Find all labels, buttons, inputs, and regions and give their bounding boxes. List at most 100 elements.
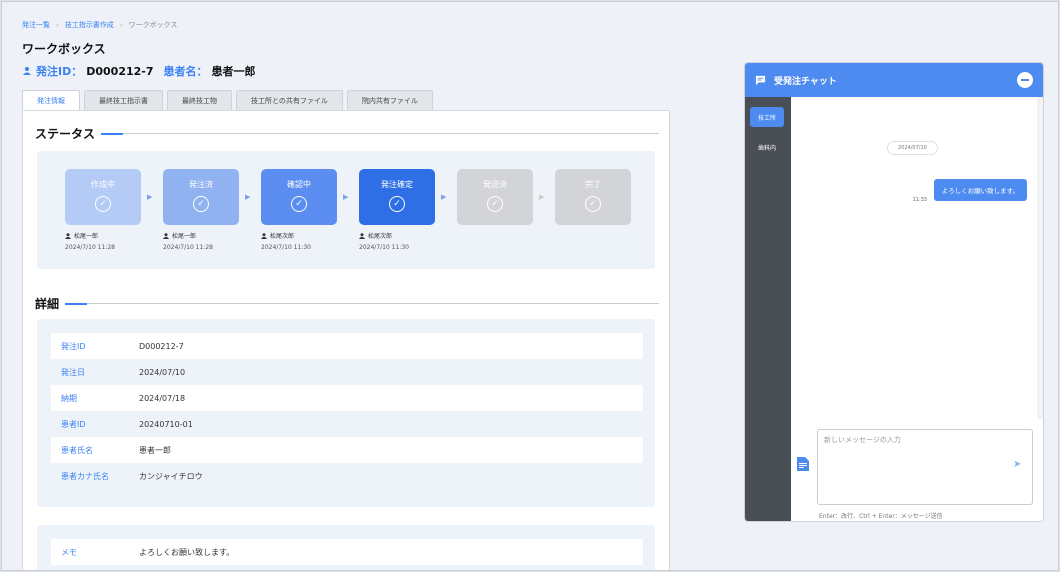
status-step-meta: 松尾次郎 2024/7/10 11:30 xyxy=(359,231,435,251)
status-tracker: 作成中 ✓ 松尾一郎 2024/7/10 11:28 ▶ 発注済 ✓ 松尾一郎 … xyxy=(37,151,655,269)
detail-value: 2024/07/18 xyxy=(139,393,186,403)
chat-header: 受発注チャット xyxy=(745,63,1043,97)
status-step: 発注済 ✓ 松尾一郎 2024/7/10 11:28 xyxy=(163,169,239,251)
status-step-card: 作成中 ✓ xyxy=(65,169,141,225)
chat-bubble-icon xyxy=(755,75,766,85)
chat-title: 受発注チャット xyxy=(774,76,837,87)
send-icon[interactable]: ➤ xyxy=(1013,459,1021,470)
status-step: 発注確定 ✓ 松尾次郎 2024/7/10 11:30 xyxy=(359,169,435,251)
check-circle-icon: ✓ xyxy=(487,196,503,212)
status-step-user: 松尾一郎 xyxy=(74,233,99,240)
order-chat-panel: 受発注チャット 技工所 歯科内 2024/07/10 よろしくお願い致します。 … xyxy=(744,62,1044,522)
status-step-time: 2024/7/10 11:28 xyxy=(65,244,115,251)
patient-name-label: 患者名： xyxy=(163,65,208,78)
document-icon[interactable] xyxy=(797,457,809,471)
arrow-right-icon: ▶ xyxy=(441,193,447,201)
detail-value: 患者一郎 xyxy=(139,445,171,455)
minimize-icon[interactable] xyxy=(1017,72,1033,88)
status-step-meta: 松尾一郎 2024/7/10 11:28 xyxy=(163,231,239,251)
status-step-card: 確認中 ✓ xyxy=(261,169,337,225)
person-icon xyxy=(65,232,71,239)
detail-value: 20240710-01 xyxy=(139,419,193,429)
chat-channel-lab[interactable]: 技工所 xyxy=(750,107,784,127)
chat-compose: 新しいメッセージの入力 ➤ Enter：改行、Ctrl + Enter：メッセー… xyxy=(791,419,1043,521)
status-step-user: 松尾次郎 xyxy=(270,233,295,240)
detail-section-header: 詳細 xyxy=(35,295,659,312)
status-step-card: 発送済 ✓ xyxy=(457,169,533,225)
status-step-label: 確認中 xyxy=(287,180,311,189)
status-step-meta: 松尾一郎 2024/7/10 11:28 xyxy=(65,231,141,251)
memo-section: メモ よろしくお願い致します。 xyxy=(37,525,655,570)
detail-row: 納期 2024/07/18 xyxy=(51,385,643,411)
check-circle-icon: ✓ xyxy=(193,196,209,212)
heading-accent-line xyxy=(65,302,88,305)
memo-value: よろしくお願い致します。 xyxy=(139,547,235,557)
memo-key: メモ xyxy=(61,547,77,557)
chat-channel-internal[interactable]: 歯科内 xyxy=(750,137,784,157)
status-step: 作成中 ✓ 松尾一郎 2024/7/10 11:28 xyxy=(65,169,141,251)
status-step-time: 2024/7/10 11:30 xyxy=(261,244,311,251)
breadcrumb-separator: › xyxy=(56,21,59,29)
message-input[interactable]: 新しいメッセージの入力 xyxy=(817,429,1033,505)
detail-heading: 詳細 xyxy=(35,297,60,311)
check-circle-icon: ✓ xyxy=(389,196,405,212)
status-step: 確認中 ✓ 松尾次郎 2024/7/10 11:30 xyxy=(261,169,337,251)
check-circle-icon: ✓ xyxy=(585,196,601,212)
tab-order-info[interactable]: 発注情報 xyxy=(22,90,80,110)
breadcrumb-separator: › xyxy=(119,21,123,29)
detail-key: 患者ID xyxy=(61,419,86,429)
chat-sidebar: 技工所 歯科内 xyxy=(745,97,791,521)
breadcrumb-item-instructions[interactable]: 技工指示書作成 xyxy=(65,20,114,30)
detail-table: 発注ID D000212-7 発注日 2024/07/10 納期 2024/07… xyxy=(37,319,655,507)
check-circle-icon: ✓ xyxy=(291,196,307,212)
chat-message-time: 11:33 xyxy=(912,197,927,203)
order-info-panel: ステータス 作成中 ✓ 松尾一郎 2024/7/10 11:28 ▶ 発注済 ✓ xyxy=(22,110,670,570)
breadcrumb: 発注一覧 › 技工指示書作成 › ワークボックス xyxy=(22,20,177,30)
arrow-right-icon: ▶ xyxy=(147,193,153,201)
detail-key: 患者カナ氏名 xyxy=(61,471,109,481)
person-icon xyxy=(359,232,365,239)
input-hint: Enter：改行、Ctrl + Enter：メッセージ送信 xyxy=(819,513,943,520)
detail-key: 発注日 xyxy=(61,367,85,377)
detail-key: 発注ID xyxy=(61,341,86,351)
tab-lab-shared-files[interactable]: 技工所との共有ファイル xyxy=(236,90,343,110)
arrow-right-icon: ▶ xyxy=(245,193,251,201)
status-step-label: 発注確定 xyxy=(381,180,413,189)
memo-row: メモ よろしくお願い致します。 xyxy=(51,539,643,565)
order-id-label: 発注ID： xyxy=(36,65,83,78)
heading-accent-line xyxy=(101,132,124,135)
tab-final-product[interactable]: 最終技工物 xyxy=(167,90,232,110)
app-frame: 発注一覧 › 技工指示書作成 › ワークボックス ワークボックス 発注ID： D… xyxy=(1,1,1059,571)
status-step-card: 発注済 ✓ xyxy=(163,169,239,225)
tab-internal-shared-files[interactable]: 院内共有ファイル xyxy=(346,90,433,110)
order-id-value: D000212-7 xyxy=(86,64,154,78)
breadcrumb-item-orders[interactable]: 発注一覧 xyxy=(22,20,50,30)
detail-row: 発注ID D000212-7 xyxy=(51,333,643,359)
arrow-right-icon: ▶ xyxy=(539,193,545,201)
detail-row: 発注日 2024/07/10 xyxy=(51,359,643,385)
patient-name-value: 患者一郎 xyxy=(211,65,256,78)
status-section-header: ステータス xyxy=(35,125,659,142)
detail-key: 患者氏名 xyxy=(61,445,93,455)
status-step: 完了 ✓ xyxy=(555,169,631,225)
detail-value: カンジャイチロウ xyxy=(139,471,203,481)
arrow-right-icon: ▶ xyxy=(343,193,349,201)
detail-row: 患者氏名 患者一郎 xyxy=(51,437,643,463)
status-step-time: 2024/7/10 11:30 xyxy=(359,244,409,251)
status-step-label: 完了 xyxy=(585,180,601,189)
tab-final-instructions[interactable]: 最終技工指示書 xyxy=(84,90,163,110)
chat-date-separator: 2024/07/10 xyxy=(887,141,938,155)
status-step-card: 発注確定 ✓ xyxy=(359,169,435,225)
status-step-user: 松尾一郎 xyxy=(172,233,197,240)
tab-bar: 発注情報 最終技工指示書 最終技工物 技工所との共有ファイル 院内共有ファイル xyxy=(22,90,433,110)
heading-divider xyxy=(123,133,659,134)
order-summary: 発注ID： D000212-7 患者名： 患者一郎 xyxy=(22,63,262,79)
detail-row: 患者ID 20240710-01 xyxy=(51,411,643,437)
status-step-label: 発注済 xyxy=(189,180,213,189)
status-step-card: 完了 ✓ xyxy=(555,169,631,225)
chat-scrollbar[interactable] xyxy=(1037,97,1043,419)
status-heading: ステータス xyxy=(35,127,96,141)
detail-value: D000212-7 xyxy=(139,341,184,351)
heading-divider xyxy=(87,303,659,304)
breadcrumb-item-current: ワークボックス xyxy=(128,21,178,29)
